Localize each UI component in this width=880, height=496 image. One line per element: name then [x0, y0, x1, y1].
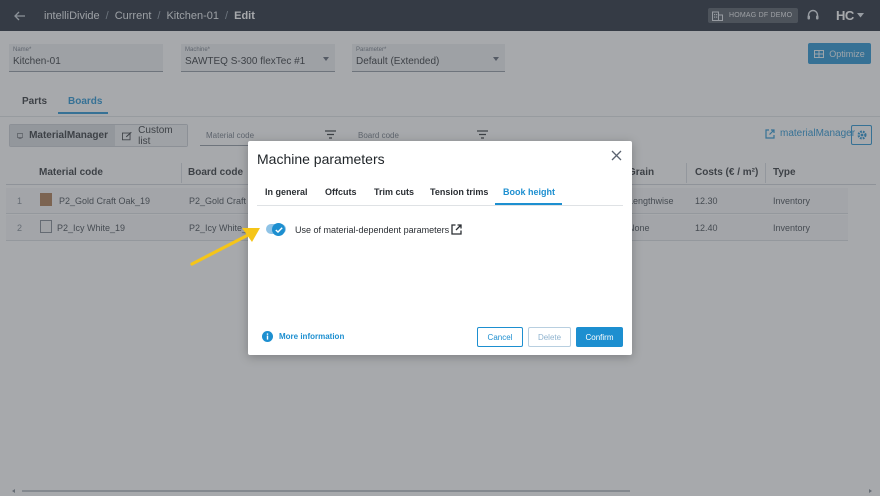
external-link-icon[interactable]	[451, 224, 462, 235]
annotation-arrow	[190, 228, 260, 266]
tab-tension-trims[interactable]: Tension trims	[430, 187, 488, 197]
tab-in-general[interactable]: In general	[265, 187, 308, 197]
confirm-button[interactable]: Confirm	[576, 327, 623, 347]
more-information-label: More information	[279, 332, 345, 341]
info-icon	[262, 331, 273, 342]
tab-offcuts[interactable]: Offcuts	[325, 187, 357, 197]
machine-parameters-dialog: Machine parameters In general Offcuts Tr…	[248, 141, 632, 355]
tab-book-height[interactable]: Book height	[503, 187, 555, 197]
tab-trim-cuts[interactable]: Trim cuts	[374, 187, 414, 197]
close-icon[interactable]	[611, 150, 622, 161]
active-tab-indicator	[495, 203, 562, 205]
cancel-button[interactable]: Cancel	[477, 327, 523, 347]
check-icon	[274, 226, 283, 233]
toggle-knob[interactable]	[272, 223, 285, 236]
delete-button[interactable]: Delete	[528, 327, 571, 347]
dialog-title: Machine parameters	[257, 151, 385, 167]
toggle-label: Use of material-dependent parameters	[295, 225, 450, 235]
dialog-tab-divider	[257, 205, 623, 206]
more-information-link[interactable]: More information	[262, 331, 344, 342]
